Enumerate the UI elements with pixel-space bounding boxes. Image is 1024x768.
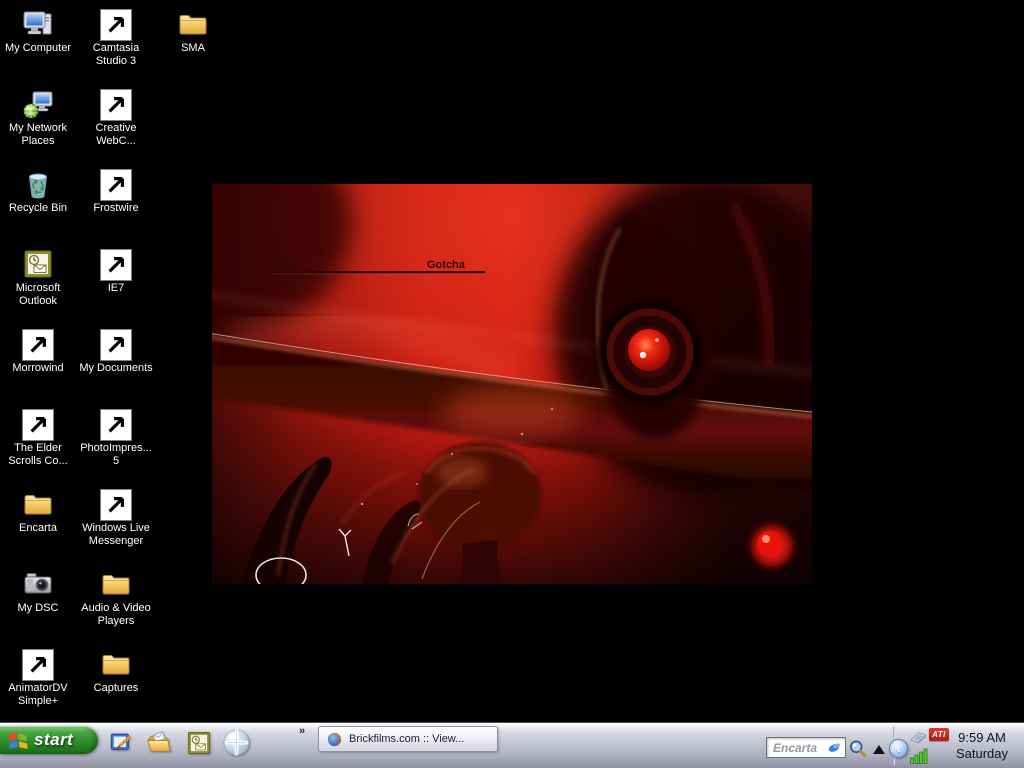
desktop-icon-label: SMA xyxy=(155,42,231,55)
desktop-icon-ie7[interactable]: IE7 xyxy=(78,248,154,295)
folder-icon xyxy=(177,8,209,40)
encarta-search-band xyxy=(766,737,846,758)
encarta-search-input[interactable] xyxy=(771,740,827,756)
desktop-icon-label: AnimatorDV Simple+ xyxy=(0,682,76,708)
desktop-icon-creative-webcam[interactable]: Creative WebC... xyxy=(78,88,154,148)
tray-clock-time: 9:59 AM xyxy=(944,730,1020,746)
photoimpression-icon xyxy=(100,408,132,440)
desktop-icon-my-computer[interactable]: My Computer xyxy=(0,8,76,55)
shortcut-arrow-icon xyxy=(100,9,132,41)
folder-icon xyxy=(100,568,132,600)
wallpaper-label-left: SYL xyxy=(274,259,296,271)
desktop-icon-encarta[interactable]: Encarta xyxy=(0,488,76,535)
start-button-label: start xyxy=(34,730,73,750)
taskbar: start » Brickfilms.com :: View... xyxy=(0,722,1024,768)
desktop-icon-label: My DSC xyxy=(0,602,76,615)
desktop-icon-sma[interactable]: SMA xyxy=(155,8,231,55)
desktop-icon-label: PhotoImpres... 5 xyxy=(78,442,154,468)
desktop-icon-audio-video-players[interactable]: Audio & Video Players xyxy=(78,568,154,628)
desktop-icon-label: Captures xyxy=(78,682,154,695)
firefox-icon xyxy=(326,731,343,748)
desktop-icon-label: Audio & Video Players xyxy=(78,602,154,628)
show-desktop-button[interactable] xyxy=(108,730,134,756)
folder-icon xyxy=(100,648,132,680)
desktop-icon-label: Camtasia Studio 3 xyxy=(78,42,154,68)
shortcut-arrow-icon xyxy=(22,409,54,441)
shortcut-arrow-icon xyxy=(100,329,132,361)
tray-collapse-button[interactable]: ‹ xyxy=(889,739,908,758)
taskbar-window-button[interactable]: Brickfilms.com :: View... xyxy=(318,726,498,752)
wallpaper-art: SYL Gotcha xyxy=(212,184,812,584)
desktop-icon-photoimpression[interactable]: PhotoImpres... 5 xyxy=(78,408,154,468)
messenger-icon xyxy=(100,488,132,520)
desktop-icon-label: Creative WebC... xyxy=(78,122,154,148)
desktop-icon-label: My Computer xyxy=(0,42,76,55)
folder-icon xyxy=(22,488,54,520)
desktop-icon-label: Microsoft Outlook xyxy=(0,282,76,308)
shortcut-arrow-icon xyxy=(22,649,54,681)
animatordv-icon xyxy=(22,648,54,680)
desktop-icon-label: IE7 xyxy=(78,282,154,295)
quicklaunch-overflow-chevron[interactable]: » xyxy=(299,725,305,737)
desktop-icon-camtasia[interactable]: Camtasia Studio 3 xyxy=(78,8,154,68)
desktop-icon-recycle-bin[interactable]: Recycle Bin xyxy=(0,168,76,215)
shortcut-arrow-icon xyxy=(100,169,132,201)
desktop-icon-elder-scrolls[interactable]: The Elder Scrolls Co... xyxy=(0,408,76,468)
desktop-icon-my-dsc[interactable]: My DSC xyxy=(0,568,76,615)
morrowind-icon xyxy=(22,328,54,360)
elder-scrolls-icon xyxy=(22,408,54,440)
open-mail-folder-button[interactable] xyxy=(146,730,172,756)
desktop-icon-label: Recycle Bin xyxy=(0,202,76,215)
outlook-quicklaunch-button[interactable] xyxy=(186,730,212,756)
frostwire-icon xyxy=(100,168,132,200)
start-button[interactable]: start xyxy=(0,726,98,754)
desktop-icon-microsoft-outlook[interactable]: Microsoft Outlook xyxy=(0,248,76,308)
menu-arrow-icon[interactable] xyxy=(873,745,885,754)
network-signal-tray-icon[interactable] xyxy=(910,747,928,764)
desktop-icon-label: The Elder Scrolls Co... xyxy=(0,442,76,468)
desktop-icon-animatordv[interactable]: AnimatorDV Simple+ xyxy=(0,648,76,708)
desktop-icon-label: Morrowind xyxy=(0,362,76,375)
desktop-icon-label: Encarta xyxy=(0,522,76,535)
webcam-icon xyxy=(100,88,132,120)
desktop-icon-label: Frostwire xyxy=(78,202,154,215)
desktop-icon-windows-live-messenger[interactable]: Windows Live Messenger xyxy=(78,488,154,548)
tray-clock[interactable]: 9:59 AM Saturday xyxy=(944,730,1020,762)
desktop-icon-captures[interactable]: Captures xyxy=(78,648,154,695)
recycle-bin-icon xyxy=(22,168,54,200)
desktop-icon-label: Windows Live Messenger xyxy=(78,522,154,548)
desktop: SYL Gotcha My Computer Camtasia Studio 3… xyxy=(0,0,1024,768)
camtasia-icon xyxy=(100,8,132,40)
wallpaper-label-right: Gotcha xyxy=(427,259,466,271)
removable-device-tray-icon[interactable] xyxy=(908,729,928,745)
desktop-icon-frostwire[interactable]: Frostwire xyxy=(78,168,154,215)
wallpaper-divider-line xyxy=(273,271,485,273)
desktop-icon-my-documents[interactable]: My Documents xyxy=(78,328,154,375)
outlook-icon xyxy=(22,248,54,280)
shortcut-arrow-icon xyxy=(100,249,132,281)
internet-explorer-icon xyxy=(100,248,132,280)
shortcut-arrow-icon xyxy=(100,489,132,521)
taskbar-window-button-label: Brickfilms.com :: View... xyxy=(349,733,464,745)
camera-icon xyxy=(22,568,54,600)
shortcut-arrow-icon xyxy=(100,409,132,441)
frostwire-quicklaunch-button[interactable] xyxy=(221,727,252,758)
desktop-icon-label: My Documents xyxy=(78,362,154,375)
windows-logo-icon xyxy=(6,728,29,751)
tray-clock-day: Saturday xyxy=(944,746,1020,762)
my-network-places-icon xyxy=(22,88,54,120)
wallpaper-image: SYL Gotcha xyxy=(212,184,812,584)
desktop-icon-my-network-places[interactable]: My Network Places xyxy=(0,88,76,148)
encarta-logo-icon xyxy=(827,741,842,754)
my-computer-icon xyxy=(22,8,54,40)
desktop-icon-label: My Network Places xyxy=(0,122,76,148)
search-icon[interactable] xyxy=(848,739,868,759)
my-documents-icon xyxy=(100,328,132,360)
desktop-icon-morrowind[interactable]: Morrowind xyxy=(0,328,76,375)
shortcut-arrow-icon xyxy=(22,329,54,361)
shortcut-arrow-icon xyxy=(100,89,132,121)
